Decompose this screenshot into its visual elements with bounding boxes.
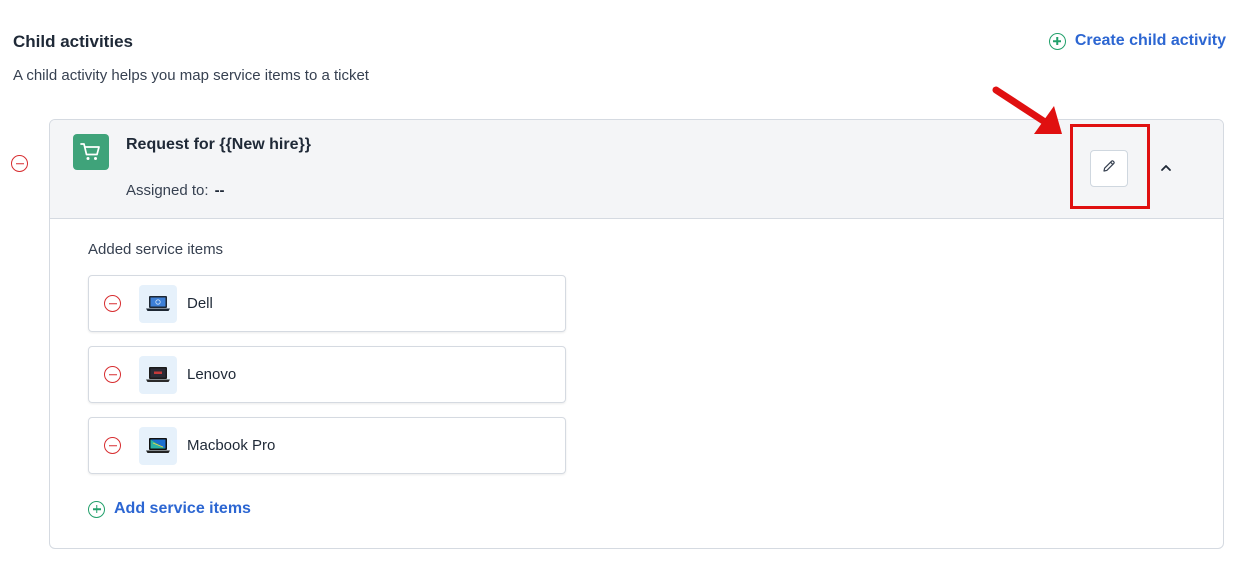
chevron-up-icon <box>1160 159 1172 177</box>
add-service-items-link[interactable]: Add service items <box>88 500 1223 518</box>
annotation-highlight-box <box>1070 124 1150 209</box>
annotation-arrow-icon <box>990 84 1070 149</box>
assigned-to-label: Assigned to: <box>126 182 209 199</box>
assigned-to: Assigned to: -- <box>126 182 225 199</box>
service-item: Dell <box>88 275 566 332</box>
service-item: Macbook Pro <box>88 417 566 474</box>
plus-circle-icon <box>1048 32 1066 50</box>
activity-body: Added service items Dell Lenovo Macbook … <box>50 219 1223 518</box>
collapse-button[interactable] <box>1156 158 1176 178</box>
section-description: A child activity helps you map service i… <box>13 67 369 84</box>
add-service-items-label: Add service items <box>114 500 251 517</box>
laptop-icon <box>139 355 177 394</box>
remove-item-button[interactable] <box>104 437 121 454</box>
laptop-icon <box>139 284 177 323</box>
remove-item-button[interactable] <box>104 366 121 383</box>
service-item-name: Macbook Pro <box>187 437 276 454</box>
child-activity-card: Request for {{New hire}} Assigned to: -- … <box>49 119 1224 549</box>
service-item-name: Dell <box>187 295 213 312</box>
create-child-activity-label: Create child activity <box>1074 32 1226 49</box>
remove-item-button[interactable] <box>104 295 121 312</box>
remove-activity-button[interactable] <box>11 155 28 172</box>
create-child-activity-link[interactable]: Create child activity <box>1048 32 1226 50</box>
added-items-title: Added service items <box>88 241 224 258</box>
assigned-to-value: -- <box>214 182 225 199</box>
section-title: Child activities <box>13 32 133 51</box>
laptop-icon <box>139 426 177 465</box>
service-item-name: Lenovo <box>187 366 237 383</box>
service-item: Lenovo <box>88 346 566 403</box>
activity-title: Request for {{New hire}} <box>126 136 311 153</box>
plus-circle-icon <box>88 500 105 518</box>
shopping-cart-icon <box>73 134 109 170</box>
